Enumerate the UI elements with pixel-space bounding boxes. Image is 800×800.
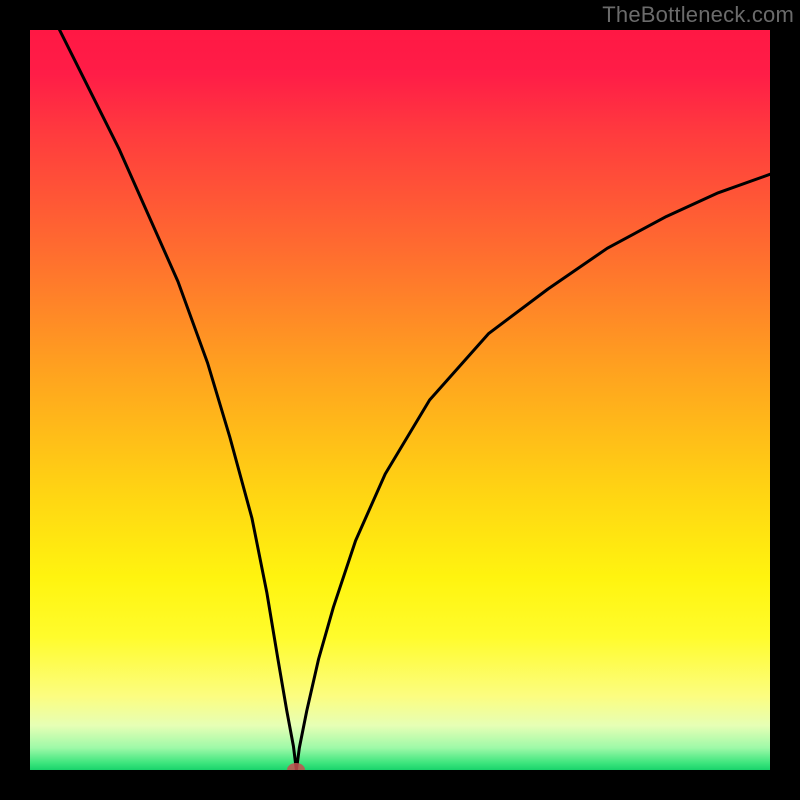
curve-svg (30, 30, 770, 770)
chart-frame: TheBottleneck.com (0, 0, 800, 800)
minimum-marker (287, 763, 305, 770)
watermark-text: TheBottleneck.com (602, 2, 794, 28)
bottleneck-curve (30, 30, 770, 770)
plot-area (30, 30, 770, 770)
